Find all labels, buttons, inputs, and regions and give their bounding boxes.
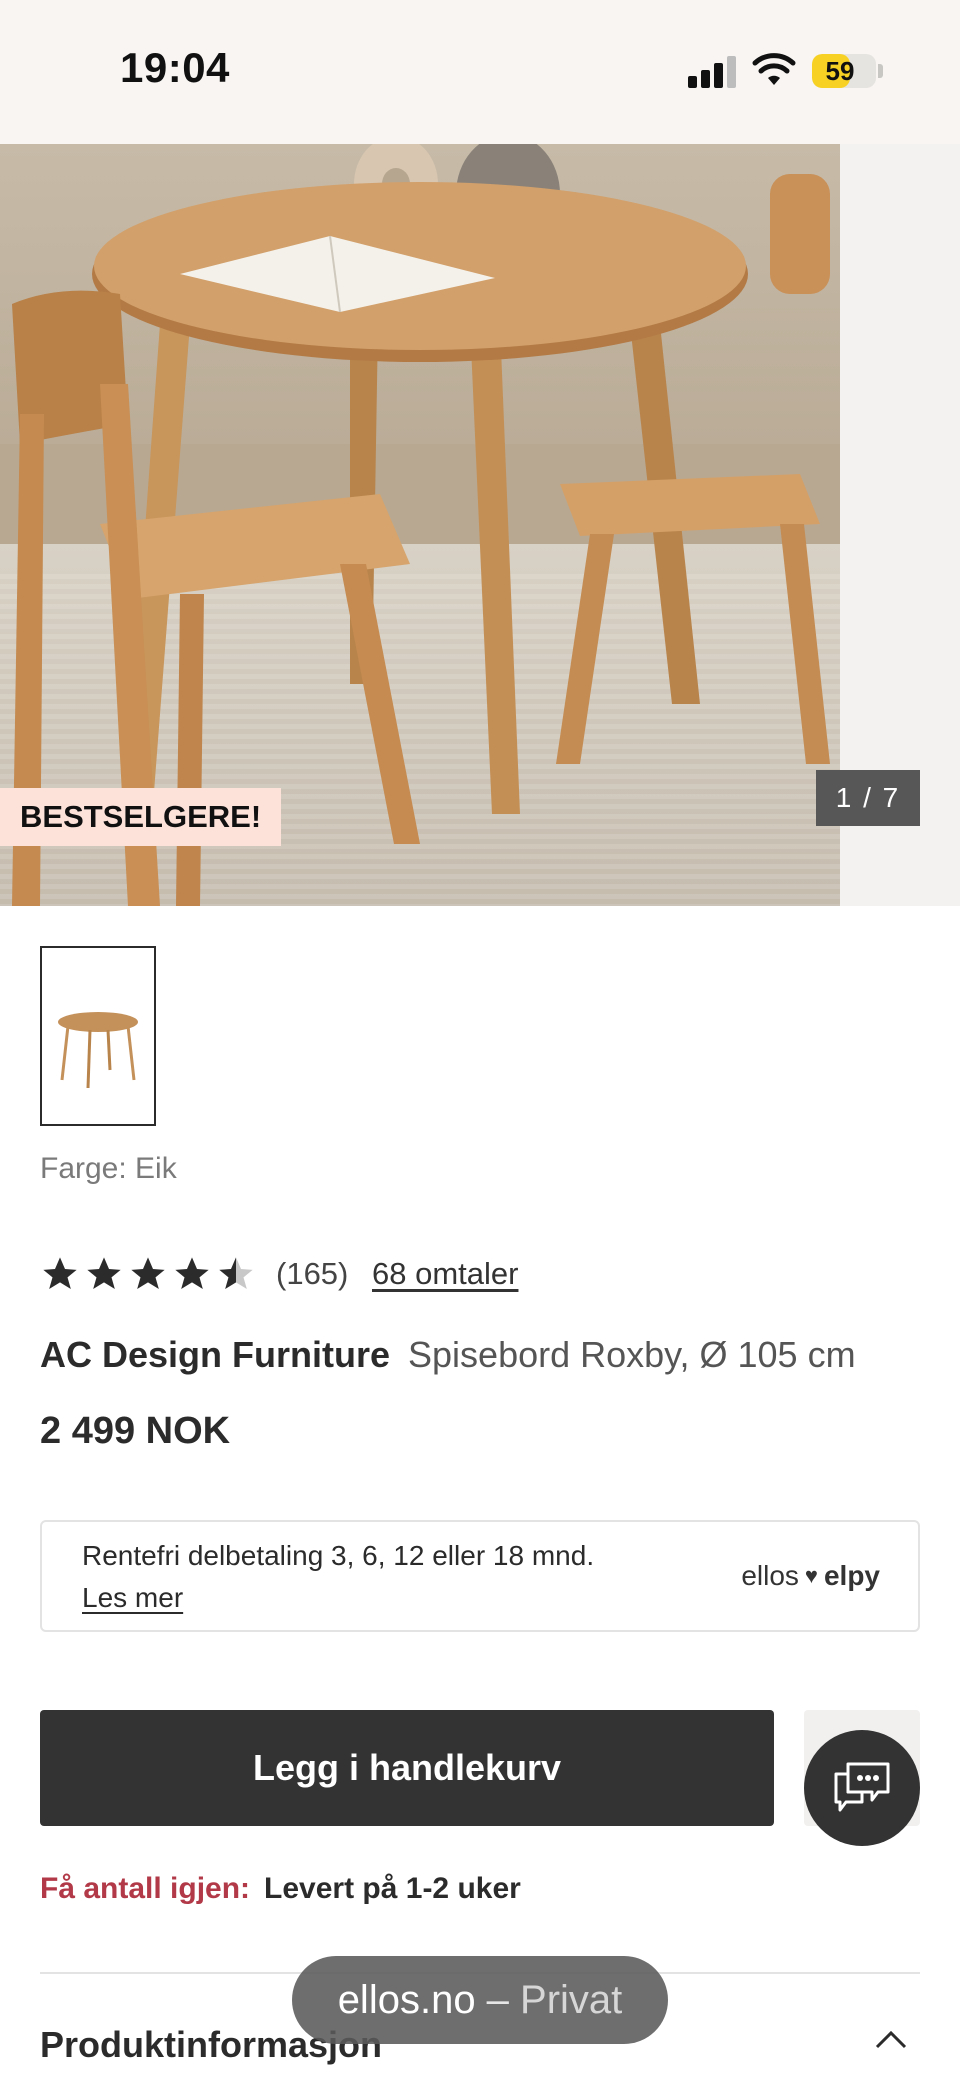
status-time: 19:04	[120, 44, 230, 91]
chat-button[interactable]	[804, 1730, 920, 1846]
status-bar: 19:04 59	[0, 0, 960, 144]
star-icon	[131, 1257, 165, 1289]
brand-name[interactable]: AC Design Furniture	[40, 1334, 390, 1375]
rating-count: (165)	[276, 1256, 349, 1291]
color-label: Farge: Eik	[40, 1152, 177, 1185]
reviews-link[interactable]: 68 omtaler	[372, 1256, 518, 1292]
url-separator: –	[475, 1978, 521, 2022]
chat-icon	[834, 1762, 890, 1812]
star-half-icon	[219, 1257, 253, 1289]
rating-stars[interactable]	[40, 1254, 256, 1294]
add-to-cart-button[interactable]: Legg i handlekurv	[40, 1710, 774, 1826]
battery-icon: 59	[812, 54, 876, 88]
url-host: ellos.no	[337, 1978, 476, 2022]
delivery-time: Levert på 1-2 uker	[264, 1872, 521, 1905]
bestseller-badge: BESTSELGERE!	[0, 788, 282, 846]
chevron-up-icon[interactable]	[874, 2028, 908, 2050]
product-name: Spisebord Roxby, Ø 105 cm	[408, 1334, 856, 1375]
logo-ellos: ellos	[741, 1560, 799, 1591]
signal-icon	[688, 56, 738, 88]
product-price: 2 499 NOK	[40, 1410, 231, 1452]
financing-text: Rentefri delbetaling 3, 6, 12 eller 18 m…	[82, 1540, 595, 1571]
star-icon	[87, 1257, 121, 1289]
product-title: AC Design Furniture Spisebord Roxby, Ø 10…	[40, 1334, 856, 1376]
stock-warning: Få antall igjen:	[40, 1872, 251, 1905]
private-mode-label: Privat	[520, 1978, 623, 2022]
image-counter: 1 / 7	[816, 770, 920, 826]
color-thumbnail[interactable]	[40, 946, 156, 1126]
financing-box: Rentefri delbetaling 3, 6, 12 eller 18 m…	[40, 1520, 920, 1632]
wifi-icon	[752, 53, 796, 85]
heart-icon: ♥	[804, 1563, 818, 1588]
financing-read-more-link[interactable]: Les mer	[82, 1582, 183, 1614]
browser-url-pill[interactable]: ellos.no – Privat	[292, 1956, 668, 2044]
ellos-elpy-logo: ellos ♥ elpy	[741, 1560, 880, 1592]
logo-elpy: elpy	[823, 1560, 880, 1591]
star-icon	[175, 1257, 209, 1289]
star-icon	[43, 1257, 77, 1289]
delivery-info: Få antall igjen: Levert på 1-2 uker	[40, 1872, 521, 1906]
battery-level: 59	[825, 56, 855, 86]
battery-nub	[878, 64, 883, 78]
